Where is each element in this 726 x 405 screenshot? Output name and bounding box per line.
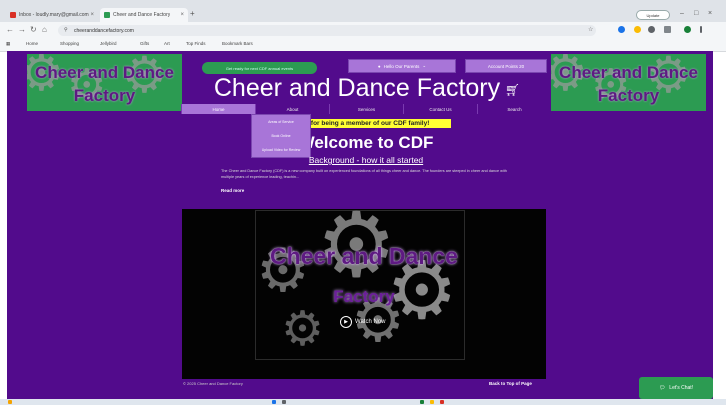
extensions-puzzle-icon[interactable]	[664, 26, 671, 33]
bookmark-item[interactable]: Art	[164, 41, 170, 46]
weather-icon[interactable]	[8, 400, 12, 404]
services-dropdown: Areas of Service Book Online Upload Vide…	[251, 114, 311, 158]
tab-gmail[interactable]: Inbox - loudly.mary@gmail.com ×	[6, 8, 98, 22]
account-label: Account Points 20	[487, 63, 525, 69]
browser-tab-bar: Inbox - loudly.mary@gmail.com × Cheer an…	[0, 0, 726, 22]
play-icon: ▶	[340, 316, 352, 328]
search-icon[interactable]	[282, 400, 286, 404]
browser-toolbar: ← → ↻ ⌂ ⚲ cheeranddancefactory.com ☆	[0, 22, 726, 39]
nav-home[interactable]: Home	[181, 104, 255, 114]
nav-search[interactable]: Search	[477, 104, 551, 114]
user-icon: ●	[377, 63, 381, 69]
website-page: ⚙ ⚙ ⚙ Cheer and Dance Factory ⚙ ⚙ ⚙ Chee…	[7, 51, 713, 399]
minimize-icon[interactable]: –	[680, 10, 684, 17]
site-info-icon[interactable]: ⚲	[64, 27, 68, 33]
gear-icon: ⚙	[281, 303, 325, 356]
site-logo-left[interactable]: ⚙ ⚙ ⚙ Cheer and Dance Factory	[27, 54, 182, 111]
chat-button[interactable]: 💬︎ Let's Chat!	[639, 377, 713, 399]
hero-title: Cheer and Dance	[270, 243, 458, 269]
close-tab-icon[interactable]: ×	[180, 12, 184, 18]
play-label: Watch Now	[355, 319, 386, 325]
dropdown-item-book[interactable]: Book Online	[252, 134, 310, 138]
background-link[interactable]: Background - how it all started	[181, 155, 551, 165]
nav-contact[interactable]: Contact Us	[403, 104, 477, 114]
cart-icon[interactable]: 🛒︎	[505, 83, 520, 97]
logo-line2: Factory	[73, 86, 136, 105]
chat-label: Let's Chat!	[669, 385, 694, 391]
main-nav: Home About Services Contact Us Search	[181, 104, 551, 114]
hero-video[interactable]: ⚙ ⚙ ⚙ ⚙ ⚙ Cheer and Dance Factory ▶ Watc…	[182, 209, 546, 379]
site-logo-right[interactable]: ⚙ ⚙ ⚙ Cheer and Dance Factory	[551, 54, 706, 111]
bookmark-item[interactable]: Shopping	[60, 41, 79, 46]
maximize-icon[interactable]: □	[694, 10, 698, 17]
parents-label: Hello Our Parents	[383, 63, 420, 69]
account-points-button[interactable]: Account Points 20	[465, 59, 547, 73]
tab-label: Cheer and Dance Factory	[113, 12, 171, 18]
promo-button[interactable]: Get ready for next CDF annual events	[202, 62, 317, 74]
bookmark-item[interactable]: Bookmark Bars	[222, 41, 253, 46]
update-button[interactable]: Update	[636, 10, 670, 20]
intro-text: The Cheer and Dance Factory (CDF) is a n…	[221, 169, 507, 179]
copyright-text: © 2025 Cheer and Dance Factory	[183, 381, 243, 386]
play-button[interactable]: ▶ Watch Now	[340, 316, 385, 328]
url-text: cheeranddancefactory.com	[74, 27, 134, 34]
taskbar-app-icon[interactable]	[440, 400, 444, 404]
gmail-icon	[10, 12, 16, 18]
hero-subtitle: Factory	[333, 287, 395, 306]
bookmark-item[interactable]: Top Finds	[186, 41, 206, 46]
forward-icon[interactable]: →	[18, 25, 26, 34]
logo-line1: Cheer and Dance	[35, 63, 174, 82]
browser-menu-icon[interactable]	[700, 26, 702, 33]
new-tab-button[interactable]: +	[190, 9, 195, 18]
site-favicon-icon	[104, 12, 110, 18]
profile-avatar[interactable]	[684, 26, 691, 33]
close-tab-icon[interactable]: ×	[90, 12, 94, 18]
dropdown-item-areas[interactable]: Areas of Service	[252, 120, 310, 124]
tab-label: Inbox - loudly.mary@gmail.com	[19, 12, 89, 18]
hero-frame: ⚙ ⚙ ⚙ ⚙ ⚙	[255, 209, 465, 360]
bookmark-item[interactable]: Gifts	[140, 41, 149, 46]
reload-icon[interactable]: ↻	[30, 25, 37, 34]
address-bar[interactable]: ⚲ cheeranddancefactory.com	[58, 25, 596, 36]
site-title: Cheer and Dance Factory	[213, 74, 501, 102]
read-more-link[interactable]: Read more	[221, 188, 244, 193]
parents-button[interactable]: ● Hello Our Parents ⌄	[348, 59, 456, 73]
os-taskbar	[0, 399, 726, 405]
taskbar-app-icon[interactable]	[420, 400, 424, 404]
logo-line2: Factory	[597, 86, 660, 105]
update-label: Update	[646, 12, 660, 18]
extension-icon[interactable]	[634, 26, 641, 33]
bookmark-item[interactable]: Home	[26, 41, 38, 46]
bookmark-item[interactable]: Jellybird	[100, 41, 117, 46]
promo-label: Get ready for next CDF annual events	[225, 65, 294, 71]
dropdown-item-upload[interactable]: Upload Video for Review	[252, 148, 310, 152]
extension-icon[interactable]	[618, 26, 625, 33]
home-icon[interactable]: ⌂	[42, 25, 47, 34]
logo-line1: Cheer and Dance	[559, 63, 698, 82]
chevron-down-icon: ⌄	[422, 63, 427, 68]
chat-icon: 💬︎	[658, 385, 666, 391]
start-icon[interactable]	[272, 400, 276, 404]
apps-grid-icon[interactable]: ▦	[6, 41, 10, 47]
back-icon[interactable]: ←	[6, 25, 14, 34]
nav-services[interactable]: Services	[329, 104, 403, 114]
nav-about[interactable]: About	[255, 104, 329, 114]
close-window-icon[interactable]: ×	[708, 10, 712, 17]
bookmark-star-icon[interactable]: ☆	[588, 26, 593, 33]
back-to-top-link[interactable]: Back to Top of Page	[489, 381, 532, 386]
taskbar-app-icon[interactable]	[430, 400, 434, 404]
extension-icon[interactable]	[648, 26, 655, 33]
tab-cheer-dance[interactable]: Cheer and Dance Factory ×	[100, 8, 188, 22]
welcome-heading: Welcome to CDF	[298, 133, 434, 152]
